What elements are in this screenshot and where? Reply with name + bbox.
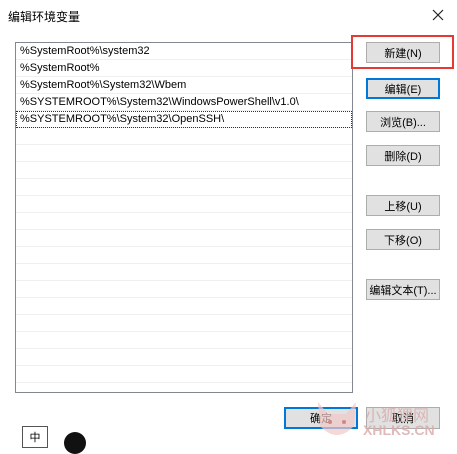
close-icon	[432, 9, 444, 21]
empty-row	[16, 145, 352, 162]
empty-row	[16, 179, 352, 196]
new-button[interactable]: 新建(N)	[366, 42, 440, 63]
list-item[interactable]: %SystemRoot%	[16, 60, 352, 77]
ime-indicator[interactable]: 中	[22, 426, 48, 448]
empty-row	[16, 162, 352, 179]
list-item[interactable]: %SystemRoot%\System32\Wbem	[16, 77, 352, 94]
list-item[interactable]: %SYSTEMROOT%\System32\WindowsPowerShell\…	[16, 94, 352, 111]
empty-row	[16, 213, 352, 230]
title-bar: 编辑环境变量	[0, 0, 457, 30]
delete-button[interactable]: 删除(D)	[366, 145, 440, 166]
list-item[interactable]: %SystemRoot%\system32	[16, 43, 352, 60]
path-list[interactable]: %SystemRoot%\system32 %SystemRoot% %Syst…	[15, 42, 353, 393]
edit-button[interactable]: 编辑(E)	[366, 78, 440, 99]
ime-status-icon	[64, 432, 86, 454]
empty-row	[16, 230, 352, 247]
empty-row	[16, 315, 352, 332]
move-down-button[interactable]: 下移(O)	[366, 229, 440, 250]
empty-row	[16, 349, 352, 366]
watermark-domain: XHLKS.CN	[363, 422, 435, 438]
empty-row	[16, 128, 352, 145]
empty-row	[16, 196, 352, 213]
edit-text-button[interactable]: 编辑文本(T)...	[366, 279, 440, 300]
move-up-button[interactable]: 上移(U)	[366, 195, 440, 216]
empty-row	[16, 281, 352, 298]
empty-row	[16, 332, 352, 349]
close-button[interactable]	[427, 4, 449, 26]
list-item[interactable]: %SYSTEMROOT%\System32\OpenSSH\	[16, 111, 352, 128]
empty-row	[16, 298, 352, 315]
empty-row	[16, 264, 352, 281]
empty-row	[16, 247, 352, 264]
fox-watermark-icon	[318, 402, 356, 435]
window-title: 编辑环境变量	[8, 10, 81, 24]
empty-row	[16, 366, 352, 383]
browse-button[interactable]: 浏览(B)...	[366, 111, 440, 132]
